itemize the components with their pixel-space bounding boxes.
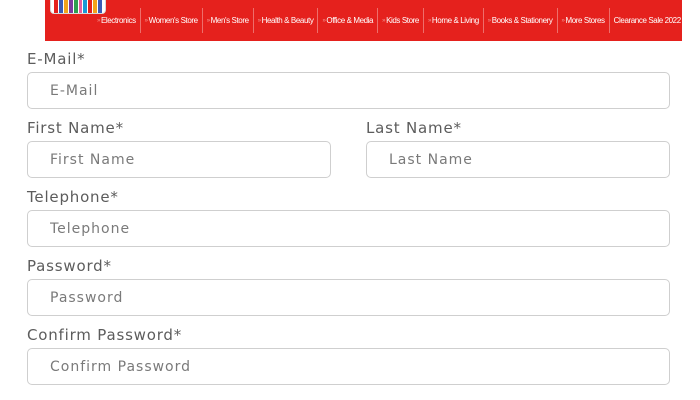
telephone-field[interactable] xyxy=(27,210,670,247)
first-name-label: First Name* xyxy=(27,119,124,137)
telephone-label: Telephone* xyxy=(27,188,119,206)
confirm-password-field[interactable] xyxy=(27,348,670,385)
email-label: E-Mail* xyxy=(27,50,86,68)
confirm-password-label: Confirm Password* xyxy=(27,326,183,344)
registration-form: E-Mail* First Name* Last Name* Telephone… xyxy=(0,0,700,400)
first-name-field[interactable] xyxy=(27,141,331,178)
password-field[interactable] xyxy=(27,279,670,316)
password-label: Password* xyxy=(27,257,112,275)
last-name-label: Last Name* xyxy=(366,119,462,137)
last-name-field[interactable] xyxy=(366,141,670,178)
email-field[interactable] xyxy=(27,72,670,109)
